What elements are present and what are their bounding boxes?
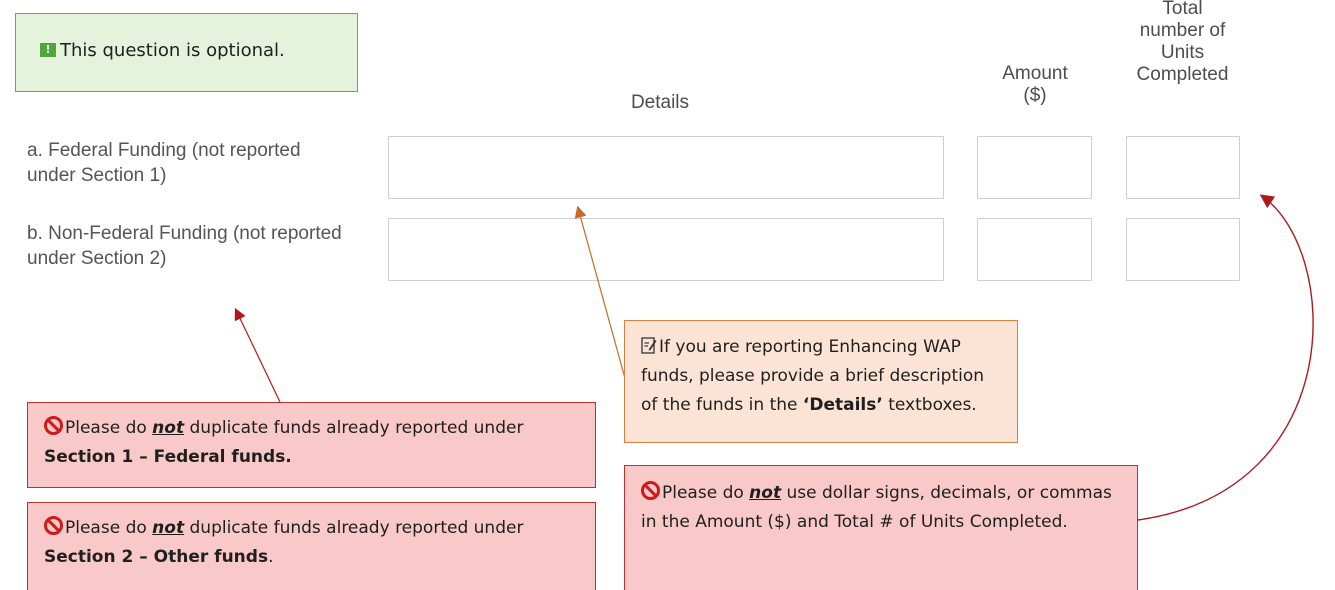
row-label-federal: a. Federal Funding (not reported under S… — [27, 140, 301, 186]
no-duplicate-federal-warning: Please do not duplicate funds already re… — [27, 402, 596, 488]
warning-emphasis: not — [749, 483, 782, 503]
ban-icon — [44, 516, 63, 535]
warning-tail: . — [268, 547, 274, 567]
row-label-non-federal: b. Non-Federal Funding (not reported und… — [27, 223, 342, 269]
non-federal-amount-input[interactable] — [977, 218, 1092, 281]
non-federal-details-input[interactable] — [388, 218, 944, 281]
warning-emphasis: not — [152, 418, 185, 438]
column-header-units: Total number of Units Completed — [1136, 0, 1229, 85]
federal-amount-input[interactable] — [977, 136, 1092, 199]
warning-text: Please do — [662, 483, 750, 503]
ban-icon — [44, 416, 63, 435]
ban-icon — [641, 481, 660, 500]
flag-icon: ! — [40, 43, 56, 57]
details-note: If you are reporting Enhancing WAP funds… — [624, 320, 1018, 443]
optional-notice-text: This question is optional. — [60, 40, 285, 61]
details-note-bold: ‘Details’ — [802, 395, 883, 415]
warning-bold: Section 2 – Other funds — [44, 547, 269, 567]
warning-text: duplicate funds already reported under — [184, 418, 524, 438]
non-federal-units-input[interactable] — [1126, 218, 1240, 281]
no-duplicate-other-warning: Please do not duplicate funds already re… — [27, 502, 596, 590]
column-header-details: Details — [630, 92, 690, 113]
warning-text: Please do — [65, 418, 153, 438]
arrow-to-row-label — [234, 307, 281, 403]
warning-emphasis: not — [152, 518, 185, 538]
warning-text: Please do — [65, 518, 153, 538]
federal-units-input[interactable] — [1126, 136, 1240, 199]
note-icon — [641, 337, 657, 354]
details-note-tail: textboxes. — [882, 395, 977, 415]
no-symbols-warning: Please do not use dollar signs, decimals… — [624, 465, 1138, 590]
column-header-amount: Amount ($) — [1002, 63, 1068, 106]
federal-details-input[interactable] — [388, 136, 944, 199]
warning-bold: Section 1 – Federal funds. — [44, 447, 292, 467]
optional-notice: ! This question is optional. — [15, 13, 358, 92]
warning-text: duplicate funds already reported under — [184, 518, 524, 538]
